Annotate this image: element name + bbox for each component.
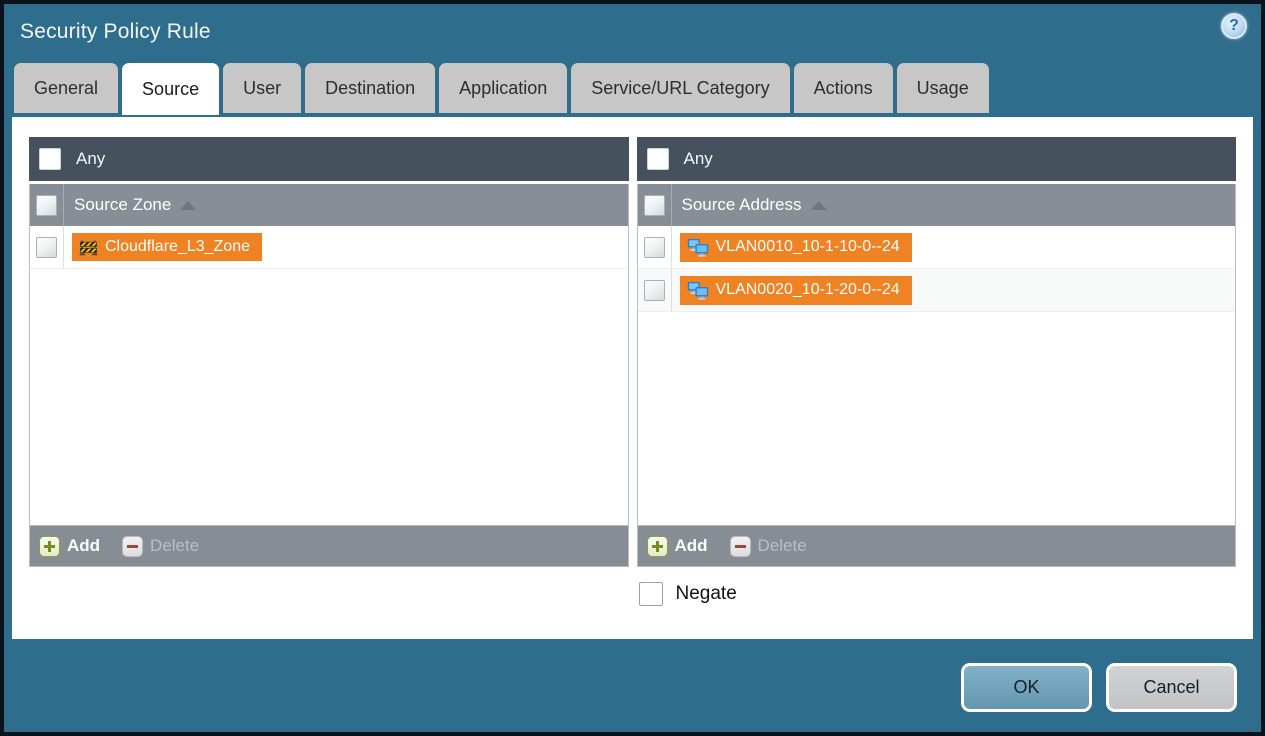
tab-bar: General Source User Destination Applicat… [4, 63, 1261, 115]
source-address-item[interactable]: VLAN0020_10-1-20-0--24 [679, 275, 912, 305]
source-address-panel: Any Source Address VLAN0010_10-1-10-0--2… [636, 137, 1236, 567]
delete-minus-icon [122, 535, 144, 557]
dialog-titlebar: Security Policy Rule ? [4, 4, 1261, 63]
negate-row: Negate [29, 582, 1236, 606]
source-zone-list: Cloudflare_L3_Zone [30, 226, 628, 525]
source-zone-any-label: Any [76, 149, 106, 168]
source-zone-column-title: Source Zone [74, 195, 172, 214]
address-icon [687, 238, 709, 257]
help-icon[interactable]: ? [1221, 13, 1247, 39]
source-zone-panel: Any Source Zone Cloudflare_L3_Zone Add D… [29, 137, 629, 567]
negate-checkbox[interactable] [638, 582, 663, 606]
source-address-footer: Add Delete [636, 526, 1236, 567]
source-tab-content: Any Source Zone Cloudflare_L3_Zone Add D… [12, 117, 1253, 639]
tab-source[interactable]: Source [122, 63, 220, 115]
source-address-row[interactable]: VLAN0010_10-1-10-0--24 [637, 226, 1235, 269]
source-zone-item-label: Cloudflare_L3_Zone [105, 238, 250, 255]
tab-application[interactable]: Application [439, 63, 568, 113]
source-zone-footer: Add Delete [29, 526, 629, 567]
tab-general[interactable]: General [14, 63, 119, 113]
source-address-add-button[interactable]: Add [646, 535, 708, 557]
source-address-any-label: Any [683, 149, 713, 168]
source-address-any-checkbox[interactable] [646, 148, 669, 170]
tab-usage[interactable]: Usage [896, 63, 989, 113]
tab-service-url-category[interactable]: Service/URL Category [571, 63, 790, 113]
ok-button[interactable]: OK [961, 663, 1092, 712]
tab-user[interactable]: User [223, 63, 302, 113]
source-zone-any-checkbox[interactable] [39, 148, 61, 170]
source-zone-column-header[interactable]: Source Zone [30, 184, 628, 226]
source-zone-selectall-checkbox[interactable] [36, 194, 57, 216]
add-button-label: Add [674, 536, 708, 555]
delete-button-label: Delete [150, 536, 200, 555]
tab-destination[interactable]: Destination [305, 63, 436, 113]
source-zone-any-header: Any [29, 137, 629, 181]
dialog-title: Security Policy Rule [20, 20, 211, 43]
source-zone-row-checkbox[interactable] [36, 236, 57, 258]
source-zone-item[interactable]: Cloudflare_L3_Zone [72, 233, 262, 261]
source-address-item-label: VLAN0020_10-1-20-0--24 [715, 281, 900, 298]
negate-label: Negate [675, 583, 737, 604]
source-address-row-checkbox[interactable] [643, 279, 665, 301]
source-address-item[interactable]: VLAN0010_10-1-10-0--24 [679, 232, 912, 262]
source-address-delete-button[interactable]: Delete [729, 535, 807, 557]
sort-ascending-icon [180, 200, 197, 210]
add-button-label: Add [67, 536, 101, 555]
cancel-button[interactable]: Cancel [1106, 663, 1237, 712]
sort-ascending-icon [810, 200, 827, 210]
add-plus-icon [646, 535, 668, 557]
add-plus-icon [39, 535, 60, 557]
address-icon [687, 281, 709, 300]
source-address-list: VLAN0010_10-1-10-0--24 VLAN0020_10-1-20-… [637, 226, 1235, 525]
source-address-row[interactable]: VLAN0020_10-1-20-0--24 [637, 269, 1235, 312]
delete-button-label: Delete [757, 536, 807, 555]
security-policy-rule-dialog: Security Policy Rule ? General Source Us… [4, 4, 1261, 732]
source-zone-delete-button[interactable]: Delete [122, 535, 200, 557]
delete-minus-icon [729, 535, 751, 557]
tab-actions[interactable]: Actions [793, 63, 893, 113]
source-zone-row[interactable]: Cloudflare_L3_Zone [30, 226, 628, 269]
source-address-selectall-checkbox[interactable] [643, 194, 665, 216]
source-address-row-checkbox[interactable] [643, 236, 665, 258]
source-address-any-header: Any [636, 137, 1236, 181]
source-zone-add-button[interactable]: Add [39, 535, 101, 557]
source-address-column-title: Source Address [681, 195, 802, 214]
zone-icon [79, 239, 98, 256]
dialog-buttons: OK Cancel [961, 663, 1237, 712]
source-address-column-header[interactable]: Source Address [637, 184, 1235, 226]
source-address-item-label: VLAN0010_10-1-10-0--24 [715, 238, 900, 255]
